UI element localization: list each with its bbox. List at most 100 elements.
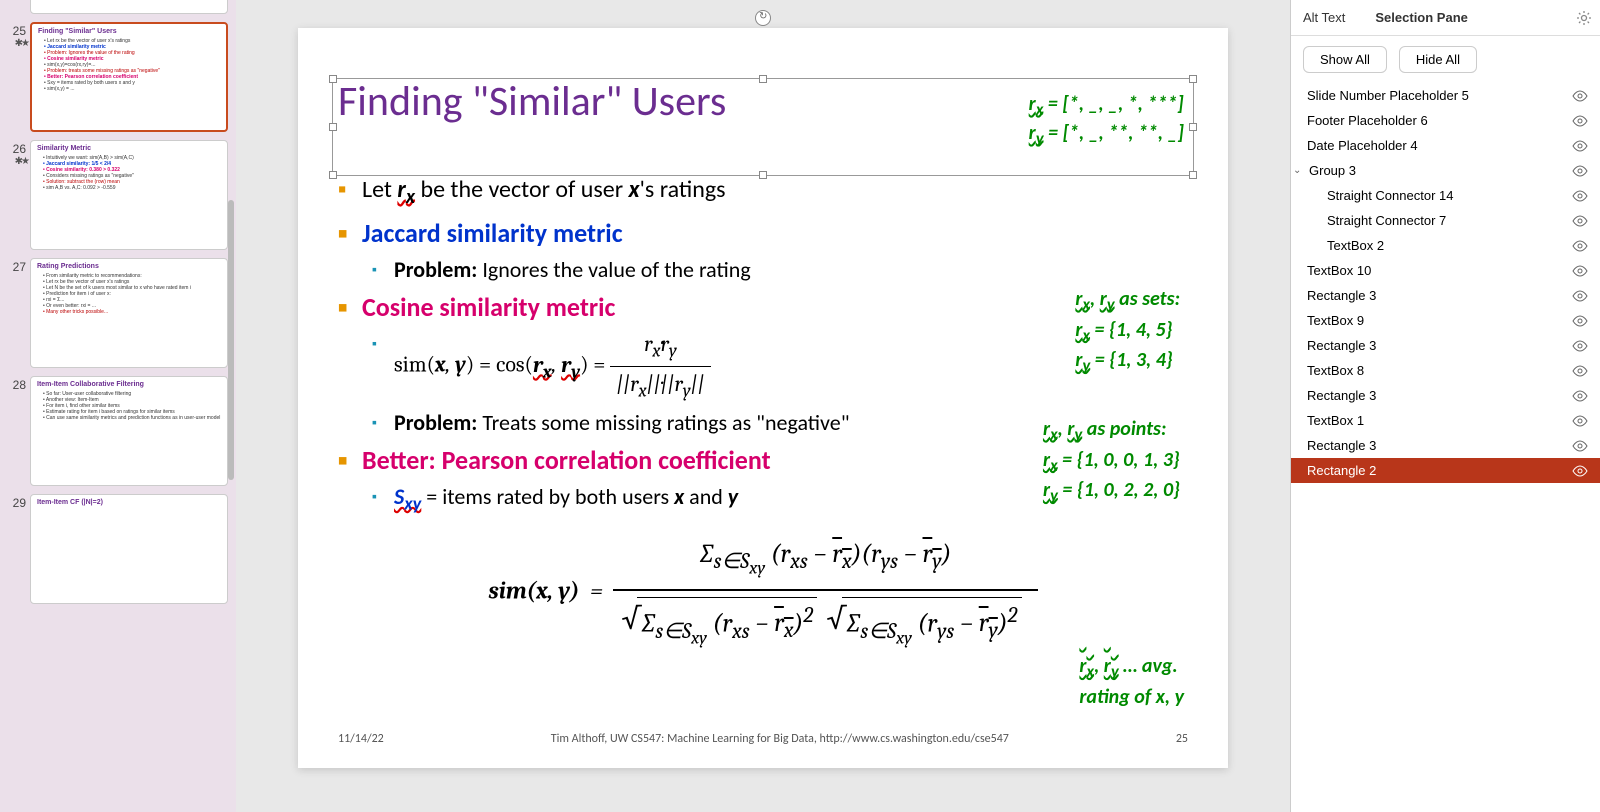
- selection-item[interactable]: TextBox 9: [1291, 308, 1600, 333]
- eye-icon[interactable]: [1572, 390, 1588, 402]
- thumb-line: • Many other tricks possible...: [37, 309, 221, 315]
- thumb-row: 27Rating Predictions• From similarity me…: [4, 258, 228, 368]
- thumb-row: 25Finding "Similar" Users• Let rx be the…: [4, 22, 228, 132]
- slide-thumbnail[interactable]: Similarity Metric• Intuitively we want: …: [30, 140, 228, 250]
- selection-item-label: Rectangle 3: [1307, 338, 1376, 353]
- resize-handle[interactable]: [329, 171, 337, 179]
- footer-page: 25: [1176, 732, 1188, 746]
- eye-icon[interactable]: [1572, 140, 1588, 152]
- selection-item[interactable]: TextBox 8: [1291, 358, 1600, 383]
- sxy-def: Sxy = items rated by both users x and y: [338, 480, 1188, 518]
- selection-item-label: Rectangle 3: [1307, 438, 1376, 453]
- selection-item[interactable]: ⌄ Group 3: [1291, 158, 1600, 183]
- eye-icon[interactable]: [1572, 340, 1588, 352]
- resize-handle[interactable]: [329, 75, 337, 83]
- selection-item[interactable]: TextBox 10: [1291, 258, 1600, 283]
- eye-icon[interactable]: [1572, 315, 1588, 327]
- thumb-num-partial: [4, 4, 30, 14]
- thumb-title: Rating Predictions: [37, 263, 221, 271]
- selection-item-label: TextBox 1: [1307, 413, 1364, 428]
- resize-handle[interactable]: [329, 123, 337, 131]
- avg-note: rx, ry … avg. rating of x, y: [1079, 653, 1184, 710]
- hide-all-button[interactable]: Hide All: [1399, 46, 1477, 73]
- resize-handle[interactable]: [1189, 75, 1197, 83]
- eye-icon[interactable]: [1572, 190, 1588, 202]
- eye-icon[interactable]: [1572, 290, 1588, 302]
- selection-item[interactable]: Rectangle 3: [1291, 433, 1600, 458]
- vec-note-line: = [*, _, **, **, _]: [1044, 121, 1184, 145]
- thumb-partial[interactable]: Find set N of other users whose ratings …: [30, 0, 228, 14]
- selection-item[interactable]: Footer Placeholder 6: [1291, 108, 1600, 133]
- thumb-number: 29: [4, 494, 30, 604]
- selection-item[interactable]: Slide Number Placeholder 5: [1291, 83, 1600, 108]
- selection-item[interactable]: Rectangle 3: [1291, 283, 1600, 308]
- slide-thumbnail[interactable]: Item-Item CF (|N|=2): [30, 494, 228, 604]
- selection-item[interactable]: Rectangle 3: [1291, 333, 1600, 358]
- bullet-pearson: Better: Pearson correlation coefficient: [338, 440, 1188, 480]
- eye-icon[interactable]: [1572, 465, 1588, 477]
- thumb-title: Similarity Metric: [37, 145, 221, 153]
- thumb-row: 26Similarity Metric• Intuitively we want…: [4, 140, 228, 250]
- selection-item-label: Straight Connector 7: [1327, 213, 1446, 228]
- selection-item[interactable]: Date Placeholder 4: [1291, 133, 1600, 158]
- selection-item-label: TextBox 9: [1307, 313, 1364, 328]
- selection-item-label: Group 3: [1309, 163, 1356, 178]
- selection-item[interactable]: TextBox 2: [1291, 233, 1600, 258]
- panel-buttons: Show All Hide All: [1291, 36, 1600, 83]
- eye-icon[interactable]: [1572, 215, 1588, 227]
- rotate-handle[interactable]: [755, 10, 771, 26]
- pearson-equation: sim(x, y) = ∑s∈Sxy (rxs − rx)(rys − ry) …: [338, 528, 1188, 658]
- vec-note-line: = [*, _, _, *, ***]: [1043, 92, 1183, 116]
- text: Let: [362, 175, 397, 204]
- text: 's ratings: [640, 175, 726, 204]
- selection-item[interactable]: Rectangle 2: [1291, 458, 1600, 483]
- eye-icon[interactable]: [1572, 265, 1588, 277]
- bullet-jaccard: Jaccard similarity metric: [338, 213, 1188, 253]
- selection-list[interactable]: Slide Number Placeholder 5 Footer Placeho…: [1291, 83, 1600, 812]
- footer-center: Tim Althoff, UW CS547: Machine Learning …: [551, 732, 1009, 746]
- selection-item[interactable]: Straight Connector 14: [1291, 183, 1600, 208]
- selection-item-label: TextBox 8: [1307, 363, 1364, 378]
- eye-icon[interactable]: [1572, 240, 1588, 252]
- tab-selection-pane[interactable]: Selection Pane: [1375, 10, 1467, 25]
- text: … avg.: [1119, 654, 1178, 678]
- footer-date: 11/14/22: [338, 732, 384, 746]
- thumb-number: 26: [4, 140, 30, 250]
- slide[interactable]: Finding "Similar" Users rx = [*, _, _, *…: [298, 28, 1228, 768]
- chevron-down-icon[interactable]: ⌄: [1293, 165, 1305, 176]
- eye-icon[interactable]: [1572, 90, 1588, 102]
- slide-thumbnail[interactable]: Rating Predictions• From similarity metr…: [30, 258, 228, 368]
- resize-handle[interactable]: [759, 75, 767, 83]
- selection-item[interactable]: Rectangle 3: [1291, 383, 1600, 408]
- thumb-line: • sim A,B vs. A,C: 0.092 > -0.559: [37, 185, 221, 191]
- slide-thumbnail[interactable]: Item-Item Collaborative Filtering• So fa…: [30, 376, 228, 486]
- text: = items rated by both users: [421, 483, 674, 510]
- slide-thumbnail[interactable]: Finding "Similar" Users• Let rx be the v…: [30, 22, 228, 132]
- cosine-problem: Problem: Treats some missing ratings as …: [338, 406, 1188, 440]
- slide-canvas[interactable]: Finding "Similar" Users rx = [*, _, _, *…: [236, 0, 1290, 812]
- tab-alt-text[interactable]: Alt Text: [1303, 10, 1345, 25]
- thumb-partial-row: Find set N of other users whose ratings …: [4, 4, 228, 14]
- gear-icon[interactable]: [1576, 10, 1592, 26]
- eye-icon[interactable]: [1572, 165, 1588, 177]
- thumbnails-panel[interactable]: Find set N of other users whose ratings …: [0, 0, 236, 812]
- thumbs-scrollbar[interactable]: [228, 200, 234, 480]
- eye-icon[interactable]: [1572, 440, 1588, 452]
- resize-handle[interactable]: [1189, 171, 1197, 179]
- show-all-button[interactable]: Show All: [1303, 46, 1387, 73]
- eye-icon[interactable]: [1572, 115, 1588, 127]
- cosine-formula: sim(x, y) = cos(rx, ry) = rx·ry||rx||·||…: [338, 327, 1188, 406]
- right-panel: Alt Text Selection Pane Show All Hide Al…: [1290, 0, 1600, 812]
- resize-handle[interactable]: [1189, 123, 1197, 131]
- thumb-number: 25: [4, 22, 30, 132]
- selection-item-label: Slide Number Placeholder 5: [1307, 88, 1469, 103]
- text: and: [684, 483, 728, 510]
- eye-icon[interactable]: [1572, 365, 1588, 377]
- thumb-line: • sim(x,y) = ...: [38, 86, 220, 92]
- selection-item[interactable]: Straight Connector 7: [1291, 208, 1600, 233]
- selection-item[interactable]: TextBox 1: [1291, 408, 1600, 433]
- bullet-jaccard-problem: Problem: Ignores the value of the rating: [338, 253, 1188, 287]
- bullet-cosine: Cosine similarity metric: [338, 287, 1188, 327]
- eye-icon[interactable]: [1572, 415, 1588, 427]
- text: rating of: [1079, 685, 1155, 709]
